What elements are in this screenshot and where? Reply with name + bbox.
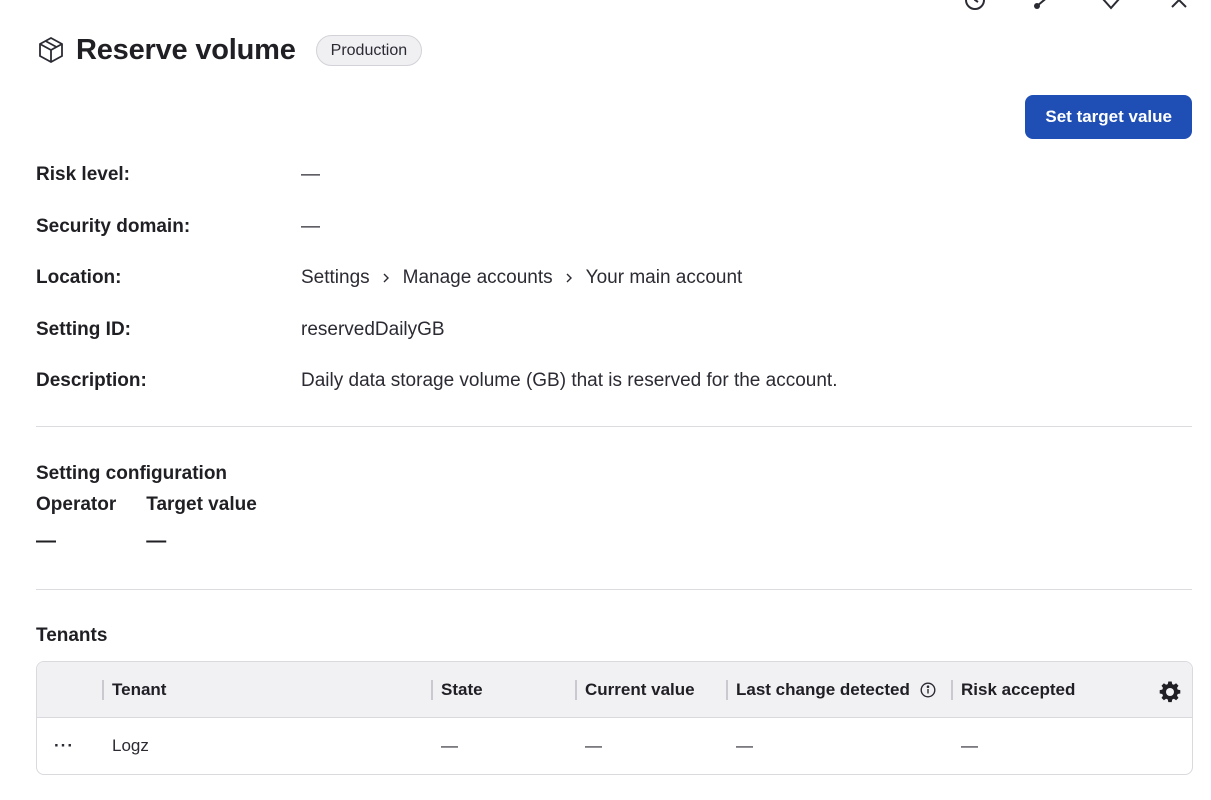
set-target-value-button[interactable]: Set target value [1025, 95, 1192, 139]
risk-accepted-cell: — [961, 736, 978, 755]
breadcrumb: Settings Manage accounts Your main accou… [301, 263, 742, 289]
setting-properties: Risk level: — Security domain: — Locatio… [36, 160, 1192, 418]
history-icon[interactable] [961, 0, 989, 14]
column-header-tenant[interactable]: Tenant [102, 662, 166, 718]
breadcrumb-settings[interactable]: Settings [301, 267, 370, 289]
setting-configuration: Operator — Target value — [36, 494, 287, 553]
column-header-current-value[interactable]: Current value [575, 662, 695, 718]
tenants-table: Tenant State Current value Last change d… [36, 661, 1193, 775]
settings-cube-icon [39, 36, 63, 64]
favorite-icon[interactable] [1097, 0, 1125, 14]
environment-badge: Production [315, 34, 423, 66]
row-menu-button[interactable]: ··· [54, 718, 74, 774]
target-value-label: Target value [146, 494, 257, 515]
setting-id-value: reservedDailyGB [301, 318, 445, 340]
operator-label: Operator [36, 494, 117, 515]
setting-id-row: Setting ID: reservedDailyGB [36, 315, 1192, 367]
breadcrumb-manage-accounts[interactable]: Manage accounts [403, 267, 553, 289]
operator-field: Operator — [36, 494, 116, 553]
risk-level-row: Risk level: — [36, 160, 1192, 212]
state-cell: — [441, 736, 458, 755]
info-icon[interactable] [920, 682, 936, 698]
column-header-state[interactable]: State [431, 662, 483, 718]
target-value-field: Target value — [146, 494, 257, 553]
tenant-cell[interactable]: Logz [112, 718, 149, 774]
page-header: Reserve volume Production [36, 30, 423, 70]
target-value-value: — [146, 530, 167, 552]
breadcrumb-main-account[interactable]: Your main account [586, 267, 743, 289]
security-domain-label: Security domain: [36, 215, 191, 237]
gear-icon[interactable] [1158, 680, 1182, 704]
column-header-risk-accepted[interactable]: Risk accepted [951, 662, 1075, 718]
description-row: Description: Daily data storage volume (… [36, 366, 1192, 418]
table-header: Tenant State Current value Last change d… [37, 662, 1192, 718]
security-domain-row: Security domain: — [36, 212, 1192, 264]
setting-id-label: Setting ID: [36, 318, 131, 340]
page-title: Reserve volume [76, 33, 296, 66]
risk-level-value: — [301, 164, 320, 185]
current-value-cell: — [585, 736, 602, 755]
column-header-last-change[interactable]: Last change detected [726, 662, 936, 718]
share-icon[interactable] [1029, 0, 1057, 14]
security-domain-value: — [301, 215, 320, 237]
description-value: Daily data storage volume (GB) that is r… [301, 370, 838, 391]
tenants-title: Tenants [36, 625, 108, 646]
setting-configuration-title: Setting configuration [36, 463, 228, 484]
close-icon[interactable] [1165, 0, 1193, 14]
chevron-right-icon [566, 273, 572, 283]
header-toolbar [961, 0, 1193, 14]
location-row: Location: Settings Manage accounts Your … [36, 263, 1192, 315]
table-row: ··· Logz — — — — [37, 718, 1192, 774]
divider [36, 426, 1192, 427]
risk-level-label: Risk level: [36, 164, 130, 185]
chevron-right-icon [383, 273, 389, 283]
operator-value: — [36, 530, 56, 552]
last-change-cell: — [736, 736, 753, 755]
divider [36, 589, 1192, 590]
description-label: Description: [36, 370, 147, 391]
location-label: Location: [36, 267, 122, 288]
